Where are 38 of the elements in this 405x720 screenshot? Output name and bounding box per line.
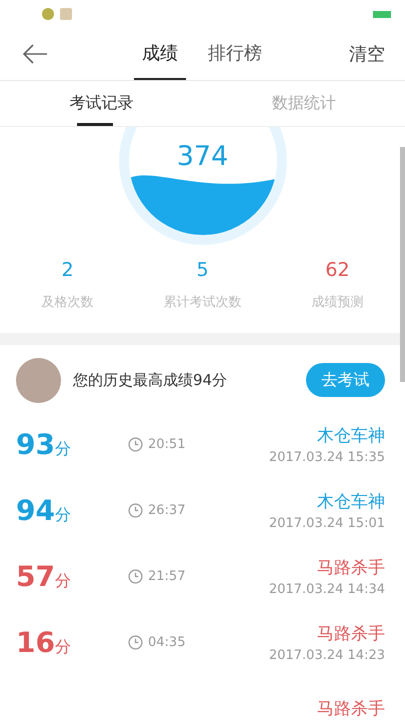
exam-duration: 04:35	[148, 634, 186, 650]
avatar	[16, 358, 61, 402]
stat-value: 2	[61, 259, 74, 281]
exam-date: 2017.03.24 14:23	[268, 648, 385, 662]
clock-icon	[128, 568, 143, 584]
stat-label: 成绩预测	[312, 294, 364, 311]
stat-label: 累计考试次数	[164, 294, 242, 311]
rank-title: 马路杀手	[317, 698, 385, 720]
exam-date: 2017.03.24 15:35	[268, 450, 385, 464]
exam-score: 94分	[16, 494, 72, 526]
app-notification-icon	[42, 8, 54, 20]
rank-title: 马路杀手	[317, 556, 385, 578]
best-score-text: 您的历史最高成绩94分	[73, 370, 228, 390]
exam-duration: 20:51	[148, 436, 186, 452]
app-notification-icon	[60, 8, 72, 20]
question-count: 374	[176, 141, 230, 172]
exam-date: 2017.03.24 15:01	[268, 516, 385, 530]
header-tab[interactable]: 成绩	[134, 28, 186, 80]
clock-icon	[128, 436, 143, 452]
clock-icon	[128, 502, 143, 518]
header-tab[interactable]: 排行榜	[200, 28, 270, 80]
exam-score: 16分	[16, 626, 72, 658]
rank-title: 木仓车神	[317, 424, 385, 446]
sub-tab[interactable]: 考试记录	[0, 81, 202, 126]
exam-score: 93分	[16, 428, 72, 460]
rank-title: 木仓车神	[317, 490, 385, 512]
exam-date: 2017.03.24 14:34	[268, 582, 385, 596]
rank-title: 马路杀手	[317, 622, 385, 644]
clock-icon	[128, 634, 143, 650]
exam-duration: 26:37	[148, 502, 186, 518]
stat-label: 及格次数	[42, 294, 94, 311]
exam-score: 57分	[16, 560, 72, 592]
stat-value: 5	[196, 259, 209, 281]
clear-button[interactable]: 清空	[349, 42, 385, 66]
exam-duration: 21:57	[148, 568, 186, 584]
back-arrow-icon[interactable]	[22, 44, 48, 64]
battery-icon	[373, 10, 391, 18]
stat-value: 62	[325, 259, 350, 281]
